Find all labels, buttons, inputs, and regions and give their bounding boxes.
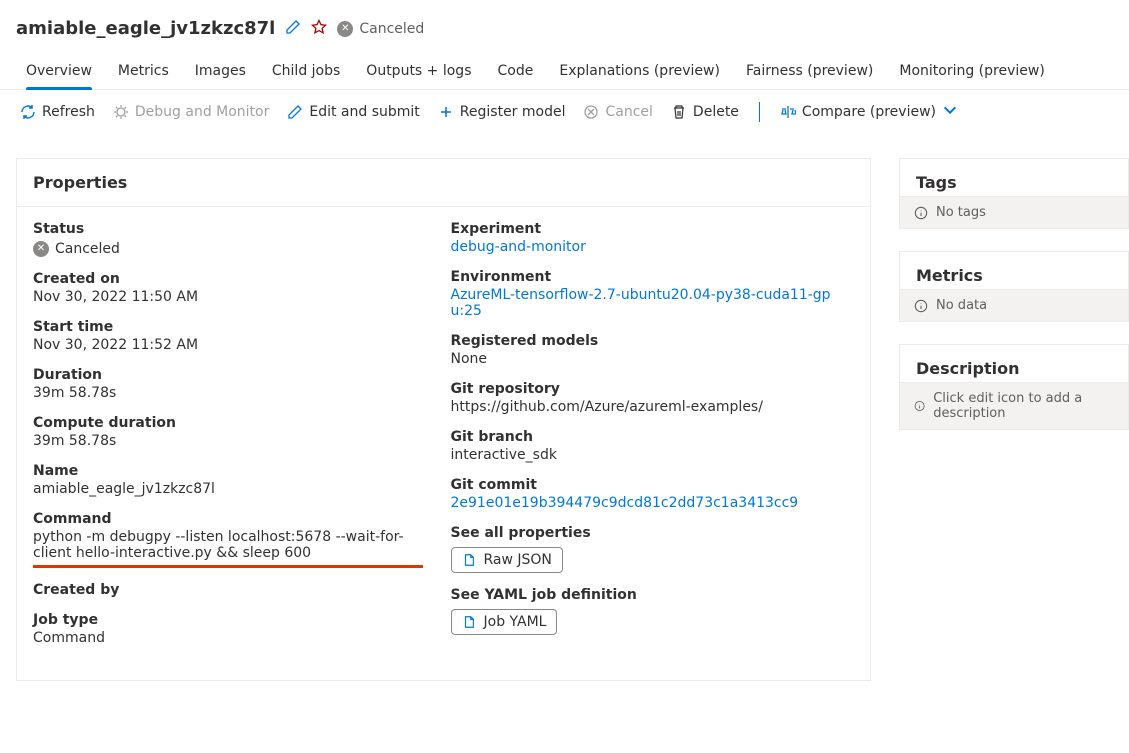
environment-link[interactable]: AzureML-tensorflow-2.7-ubuntu20.04-py38-… [451, 287, 841, 319]
delete-label: Delete [693, 104, 739, 120]
created-on-value: Nov 30, 2022 11:50 AM [33, 289, 423, 305]
register-model-button[interactable]: Register model [438, 104, 566, 120]
canceled-icon: ✕ [337, 21, 353, 37]
tab-monitoring[interactable]: Monitoring (preview) [899, 55, 1044, 89]
status-text: Canceled [359, 21, 424, 37]
git-branch-label: Git branch [451, 429, 841, 445]
delete-button[interactable]: Delete [671, 104, 739, 120]
debug-label: Debug and Monitor [135, 104, 270, 120]
status-value: ✕ Canceled [33, 241, 120, 257]
command-value: python -m debugpy --listen localhost:567… [33, 529, 423, 568]
description-card: Description Click edit icon to add a des… [899, 344, 1129, 430]
job-type-label: Job type [33, 612, 423, 628]
registered-models-value: None [451, 351, 841, 367]
refresh-label: Refresh [42, 104, 95, 120]
command-label: Command [33, 511, 423, 527]
tab-child-jobs[interactable]: Child jobs [272, 55, 340, 89]
compare-button[interactable]: Compare (preview) [780, 102, 958, 122]
tabs: Overview Metrics Images Child jobs Outpu… [0, 45, 1129, 90]
tab-fairness[interactable]: Fairness (preview) [746, 55, 873, 89]
refresh-button[interactable]: Refresh [20, 104, 95, 120]
duration-value: 39m 58.78s [33, 385, 423, 401]
start-time-label: Start time [33, 319, 423, 335]
tags-empty: No tags [900, 196, 1128, 228]
status-badge: ✕ Canceled [337, 21, 424, 37]
register-label: Register model [460, 104, 566, 120]
experiment-link[interactable]: debug-and-monitor [451, 239, 841, 255]
environment-label: Environment [451, 269, 841, 285]
tags-header: Tags [900, 159, 1128, 196]
metrics-card: Metrics No data [899, 251, 1129, 322]
chevron-down-icon [942, 102, 958, 122]
start-time-value: Nov 30, 2022 11:52 AM [33, 337, 423, 353]
tab-code[interactable]: Code [498, 55, 534, 89]
compare-label: Compare (preview) [802, 104, 936, 120]
toolbar-divider [759, 102, 760, 122]
edit-icon[interactable] [285, 19, 301, 39]
description-header: Description [900, 345, 1128, 382]
tab-explanations[interactable]: Explanations (preview) [559, 55, 720, 89]
duration-label: Duration [33, 367, 423, 383]
status-label: Status [33, 221, 423, 237]
job-type-value: Command [33, 630, 423, 646]
raw-json-label: Raw JSON [484, 552, 552, 568]
cancel-button: Cancel [583, 104, 652, 120]
git-branch-value: interactive_sdk [451, 447, 841, 463]
properties-card: Properties Status ✕ Canceled Created on … [16, 158, 871, 681]
toolbar: Refresh Debug and Monitor Edit and submi… [0, 90, 1129, 134]
edit-submit-button[interactable]: Edit and submit [287, 104, 419, 120]
tab-metrics[interactable]: Metrics [118, 55, 169, 89]
description-empty: Click edit icon to add a description [900, 382, 1128, 429]
metrics-header: Metrics [900, 252, 1128, 289]
metrics-empty: No data [900, 289, 1128, 321]
favorite-icon[interactable] [311, 19, 327, 39]
see-yaml-label: See YAML job definition [451, 587, 841, 603]
command-text: python -m debugpy --listen localhost:567… [33, 529, 423, 568]
name-value: amiable_eagle_jv1zkzc87l [33, 481, 423, 497]
job-yaml-label: Job YAML [484, 614, 547, 630]
description-value: Click edit icon to add a description [933, 391, 1114, 421]
properties-header: Properties [17, 159, 870, 207]
created-by-label: Created by [33, 582, 423, 598]
tab-overview[interactable]: Overview [26, 55, 92, 89]
git-repo-value: https://github.com/Azure/azureml-example… [451, 399, 841, 415]
see-all-label: See all properties [451, 525, 841, 541]
git-repo-label: Git repository [451, 381, 841, 397]
metrics-value: No data [936, 298, 987, 313]
cancel-label: Cancel [605, 104, 652, 120]
canceled-icon: ✕ [33, 241, 49, 257]
name-label: Name [33, 463, 423, 479]
raw-json-button[interactable]: Raw JSON [451, 547, 563, 573]
git-commit-link[interactable]: 2e91e01e19b394479c9dcd81c2dd73c1a3413cc9 [451, 495, 841, 511]
experiment-label: Experiment [451, 221, 841, 237]
tags-value: No tags [936, 205, 986, 220]
tab-outputs-logs[interactable]: Outputs + logs [366, 55, 471, 89]
git-commit-label: Git commit [451, 477, 841, 493]
debug-monitor-button: Debug and Monitor [113, 104, 270, 120]
compute-duration-label: Compute duration [33, 415, 423, 431]
status-value-text: Canceled [55, 241, 120, 257]
created-on-label: Created on [33, 271, 423, 287]
registered-models-label: Registered models [451, 333, 841, 349]
compute-duration-value: 39m 58.78s [33, 433, 423, 449]
tab-images[interactable]: Images [195, 55, 246, 89]
job-yaml-button[interactable]: Job YAML [451, 609, 558, 635]
page-title: amiable_eagle_jv1zkzc87l [16, 18, 275, 39]
edit-label: Edit and submit [309, 104, 419, 120]
tags-card: Tags No tags [899, 158, 1129, 229]
